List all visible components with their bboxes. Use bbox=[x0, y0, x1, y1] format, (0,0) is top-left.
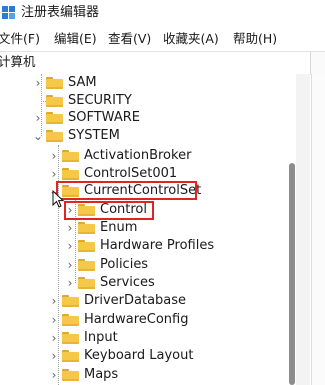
highlight-control bbox=[64, 201, 154, 220]
tree-item-label: SYSTEM bbox=[68, 128, 120, 143]
folder-icon bbox=[62, 150, 79, 162]
folder-icon bbox=[78, 240, 95, 252]
chevron-right-icon[interactable]: › bbox=[48, 349, 60, 363]
folder-icon bbox=[46, 77, 63, 89]
tree-item-label: SOFTWARE bbox=[68, 110, 140, 125]
tree-item-label: Keyboard Layout bbox=[84, 348, 194, 363]
folder-icon bbox=[62, 314, 79, 326]
menu-edit[interactable]: 编辑(E) bbox=[54, 31, 97, 47]
right-pane-header bbox=[310, 52, 325, 74]
folder-icon bbox=[62, 332, 79, 344]
chevron-right-icon[interactable]: › bbox=[48, 368, 60, 382]
chevron-right-icon[interactable]: › bbox=[32, 76, 44, 90]
tree-item-label: Policies bbox=[100, 257, 149, 272]
folder-icon bbox=[46, 95, 63, 107]
chevron-right-icon[interactable]: › bbox=[64, 221, 76, 235]
chevron-right-icon[interactable]: › bbox=[48, 313, 60, 327]
registry-tree[interactable]: › SAM SECURITY › SOFTWARE ⌄ SYSTEM › Act… bbox=[0, 74, 296, 385]
folder-icon bbox=[78, 222, 95, 234]
mouse-pointer-icon bbox=[52, 190, 64, 208]
address-path[interactable]: 计算机 bbox=[0, 54, 36, 70]
chevron-right-icon[interactable]: › bbox=[64, 258, 76, 272]
chevron-right-icon[interactable]: › bbox=[48, 149, 60, 163]
tree-item-label: Hardware Profiles bbox=[100, 238, 215, 253]
menu-file[interactable]: 文件(F) bbox=[0, 31, 40, 47]
window-title: 注册表编辑器 bbox=[21, 5, 100, 20]
tree-item-label: DriverDatabase bbox=[84, 293, 187, 308]
chevron-down-icon[interactable]: ⌄ bbox=[32, 129, 44, 143]
tree-item-label: ActivationBroker bbox=[84, 148, 192, 163]
chevron-right-icon[interactable]: › bbox=[32, 111, 44, 125]
tree-item-label: Enum bbox=[100, 220, 138, 235]
folder-icon bbox=[46, 112, 63, 124]
chevron-right-icon[interactable]: › bbox=[48, 167, 60, 181]
tree-item-label: SAM bbox=[68, 75, 97, 90]
chevron-right-icon[interactable]: › bbox=[48, 331, 60, 345]
title-bar: 注册表编辑器 bbox=[0, 0, 325, 26]
tree-item-label: Services bbox=[100, 275, 155, 290]
menu-help[interactable]: 帮助(H) bbox=[233, 31, 277, 47]
regedit-icon bbox=[2, 6, 15, 19]
values-pane[interactable] bbox=[311, 74, 325, 385]
address-bar[interactable]: 计算机 bbox=[0, 51, 325, 75]
chevron-right-icon[interactable]: › bbox=[64, 239, 76, 253]
scrollbar-thumb[interactable] bbox=[289, 163, 295, 385]
folder-icon bbox=[78, 259, 95, 271]
menu-favorites[interactable]: 收藏夹(A) bbox=[163, 31, 219, 47]
menu-bar: 文件(F) 编辑(E) 查看(V) 收藏夹(A) 帮助(H) bbox=[0, 28, 325, 50]
folder-icon bbox=[62, 369, 79, 381]
chevron-right-icon[interactable]: › bbox=[48, 294, 60, 308]
folder-icon bbox=[78, 277, 95, 289]
tree-item-label: HardwareConfig bbox=[84, 312, 189, 327]
folder-icon bbox=[62, 168, 79, 180]
folder-icon bbox=[62, 350, 79, 362]
chevron-right-icon[interactable]: › bbox=[64, 276, 76, 290]
tree-item-label: Maps bbox=[84, 367, 119, 382]
menu-view[interactable]: 查看(V) bbox=[108, 31, 151, 47]
highlight-currentcontrolset bbox=[56, 181, 197, 200]
folder-icon bbox=[46, 130, 63, 142]
folder-icon bbox=[62, 295, 79, 307]
tree-scrollbar[interactable] bbox=[296, 74, 310, 385]
tree-item-label: Input bbox=[84, 330, 118, 345]
tree-item-label: SECURITY bbox=[68, 93, 132, 108]
